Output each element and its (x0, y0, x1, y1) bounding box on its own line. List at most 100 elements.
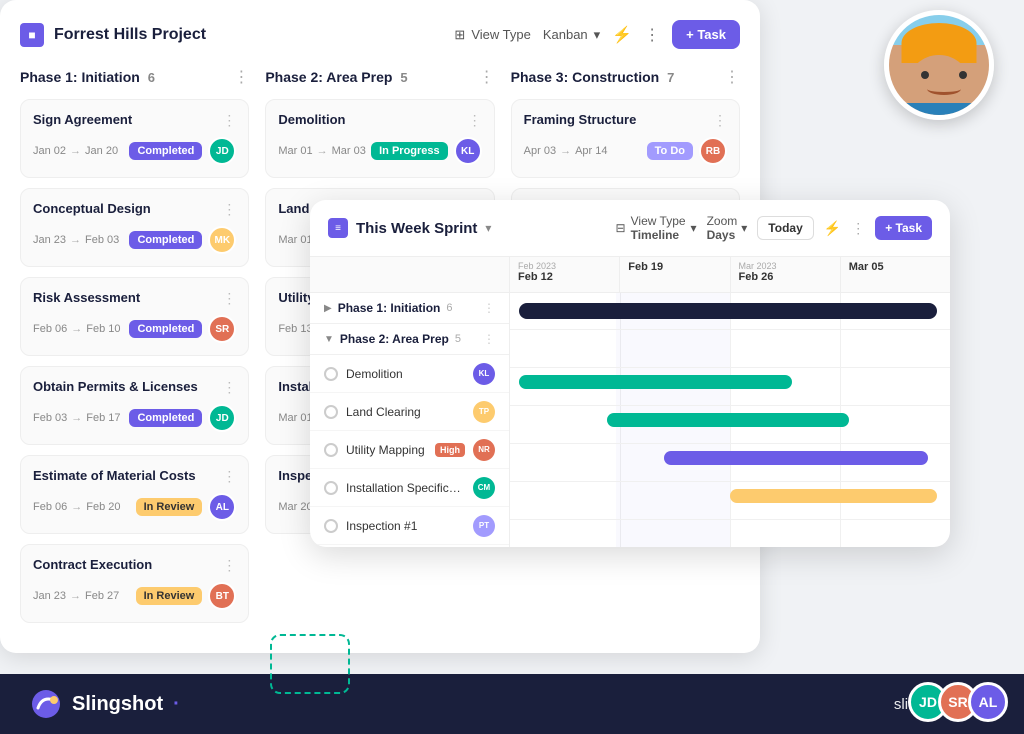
arrow-icon: → (70, 234, 81, 246)
task-card[interactable]: Demolition ⋮ Mar 01 → Mar 03 In Progress… (265, 99, 494, 178)
kanban-column-initiation: Phase 1: Initiation 6 ⋮ Sign Agreement ⋮… (20, 67, 249, 633)
timeline-body: ▶ Phase 1: Initiation 6 ⋮ ▼ Phase 2: Are… (310, 257, 950, 547)
timeline-title: This Week Sprint (356, 220, 477, 237)
date-label: Feb 19 (628, 261, 721, 273)
col-menu-area-prep[interactable]: ⋮ (479, 67, 495, 87)
task-menu[interactable]: ⋮ (222, 290, 236, 307)
col-header-construction: Phase 3: Construction 7 ⋮ (511, 67, 740, 87)
col-header-area-prep: Phase 2: Area Prep 5 ⋮ (265, 67, 494, 87)
timeline-task-row[interactable]: Installation Specifications CM (310, 469, 509, 507)
task-menu[interactable]: ⋮ (222, 557, 236, 574)
timeline-gantt-grid (510, 293, 950, 547)
view-type-control[interactable]: ⊟ View TypeTimeline ▾ (616, 214, 697, 242)
task-card[interactable]: Estimate of Material Costs ⋮ Feb 06 → Fe… (20, 455, 249, 534)
timeline-panel: ≡ This Week Sprint ▾ ⊟ View TypeTimeline… (310, 200, 950, 547)
task-card[interactable]: Conceptual Design ⋮ Jan 23 → Feb 03 Comp… (20, 188, 249, 267)
task-name: Contract Execution (33, 557, 222, 572)
more-options-button[interactable]: ⋮ (644, 25, 660, 45)
gantt-bar-installation-specs (730, 489, 937, 503)
task-card[interactable]: Framing Structure ⋮ Apr 03 → Apr 14 To D… (511, 99, 740, 178)
task-meta: Mar 01 → Mar 03 In Progress KL (278, 137, 481, 165)
avatar: KL (454, 137, 482, 165)
avatar: JD (208, 137, 236, 165)
add-task-button[interactable]: + Task (672, 20, 740, 49)
bottom-avatar: AL (968, 682, 1008, 722)
task-status-row: In Review AL (136, 493, 237, 521)
task-card-header: Demolition ⋮ (278, 112, 481, 129)
chevron-down-icon: ▾ (485, 221, 491, 235)
col-menu-construction[interactable]: ⋮ (724, 67, 740, 87)
task-menu[interactable]: ⋮ (222, 379, 236, 396)
date-label: Mar 05 (849, 261, 942, 273)
more-options-button[interactable]: ⋮ (851, 220, 865, 237)
task-card-header: Framing Structure ⋮ (524, 112, 727, 129)
bottom-avatars-group: JD SR AL (918, 682, 1008, 722)
task-status-row: Completed MK (129, 226, 236, 254)
chevron-down-icon: ▾ (691, 221, 697, 235)
timeline-group-initiation[interactable]: ▶ Phase 1: Initiation 6 ⋮ (310, 293, 509, 324)
col-header-initiation: Phase 1: Initiation 6 ⋮ (20, 67, 249, 87)
task-card-header: Obtain Permits & Licenses ⋮ (33, 379, 236, 396)
board-title-row: ■ Forrest Hills Project (20, 23, 206, 47)
status-badge: Completed (129, 320, 202, 338)
task-meta: Feb 06 → Feb 20 In Review AL (33, 493, 236, 521)
view-type-button[interactable]: ⊞ View Type Kanban ▾ (454, 27, 600, 43)
add-task-button[interactable]: + Task (875, 216, 932, 240)
timeline-task-row[interactable]: Demolition KL (310, 355, 509, 393)
avatar: MK (208, 226, 236, 254)
task-status-row: Completed JD (129, 404, 236, 432)
task-dates: Jan 23 → Feb 03 (33, 234, 119, 246)
timeline-task-row[interactable]: Inspection #1 PT (310, 507, 509, 545)
timeline-group-area-prep[interactable]: ▼ Phase 2: Area Prep 5 ⋮ (310, 324, 509, 355)
task-card[interactable]: Risk Assessment ⋮ Feb 06 → Feb 10 Comple… (20, 277, 249, 356)
zoom-control[interactable]: ZoomDays ▾ (707, 214, 748, 242)
date-label: Feb 12 (518, 271, 611, 283)
task-dates: Feb 03 → Feb 17 (33, 412, 121, 424)
group-title: Phase 2: Area Prep (340, 332, 449, 346)
task-circle (324, 405, 338, 419)
avatar: BT (208, 582, 236, 610)
task-dates: Jan 23 → Feb 27 (33, 590, 119, 602)
arrow-icon: → (71, 501, 82, 513)
task-row-name: Installation Specifications (346, 481, 465, 495)
task-circle (324, 443, 338, 457)
arrow-icon: → (70, 145, 81, 157)
task-name: Estimate of Material Costs (33, 468, 222, 483)
footer-logo: Slingshot · (30, 688, 180, 720)
board-title: Forrest Hills Project (54, 26, 206, 44)
board-icon: ■ (20, 23, 44, 47)
gantt-bar-land-clearing (607, 413, 849, 427)
task-meta: Jan 23 → Feb 27 In Review BT (33, 582, 236, 610)
group-menu[interactable]: ⋮ (483, 332, 495, 346)
task-status-row: To Do RB (647, 137, 727, 165)
filter-button[interactable]: ⚡ (612, 25, 632, 45)
avatar: RB (699, 137, 727, 165)
today-button[interactable]: Today (757, 216, 813, 240)
task-card[interactable]: Obtain Permits & Licenses ⋮ Feb 03 → Feb… (20, 366, 249, 445)
avatar: KL (473, 363, 495, 385)
timeline-task-row[interactable]: Land Clearing TP (310, 393, 509, 431)
task-meta: Apr 03 → Apr 14 To Do RB (524, 137, 727, 165)
arrow-icon: → (317, 145, 328, 157)
task-meta: Feb 03 → Feb 17 Completed JD (33, 404, 236, 432)
arrow-icon: → (71, 323, 82, 335)
task-menu[interactable]: ⋮ (222, 112, 236, 129)
col-menu-initiation[interactable]: ⋮ (233, 67, 249, 87)
timeline-task-row[interactable]: Utility Mapping High NR (310, 431, 509, 469)
task-card[interactable]: Contract Execution ⋮ Jan 23 → Feb 27 In … (20, 544, 249, 623)
group-menu[interactable]: ⋮ (483, 301, 495, 315)
date-section: Feb 19 (620, 257, 730, 292)
chevron-down-icon: ▾ (741, 221, 747, 235)
filter-button[interactable]: ⚡ (824, 220, 841, 237)
task-menu[interactable]: ⋮ (222, 468, 236, 485)
task-card-header: Estimate of Material Costs ⋮ (33, 468, 236, 485)
task-row-name: Demolition (346, 367, 465, 381)
task-menu[interactable]: ⋮ (222, 201, 236, 218)
avatar: PT (473, 515, 495, 537)
task-card[interactable]: Sign Agreement ⋮ Jan 02 → Jan 20 Complet… (20, 99, 249, 178)
group-count: 6 (446, 302, 452, 314)
task-menu[interactable]: ⋮ (713, 112, 727, 129)
timeline-gantt-area: Feb 2023 Feb 12 Feb 19 Mar 2023 Feb 26 M… (510, 257, 950, 547)
timeline-view-icon: ⊟ (616, 221, 626, 235)
task-menu[interactable]: ⋮ (468, 112, 482, 129)
